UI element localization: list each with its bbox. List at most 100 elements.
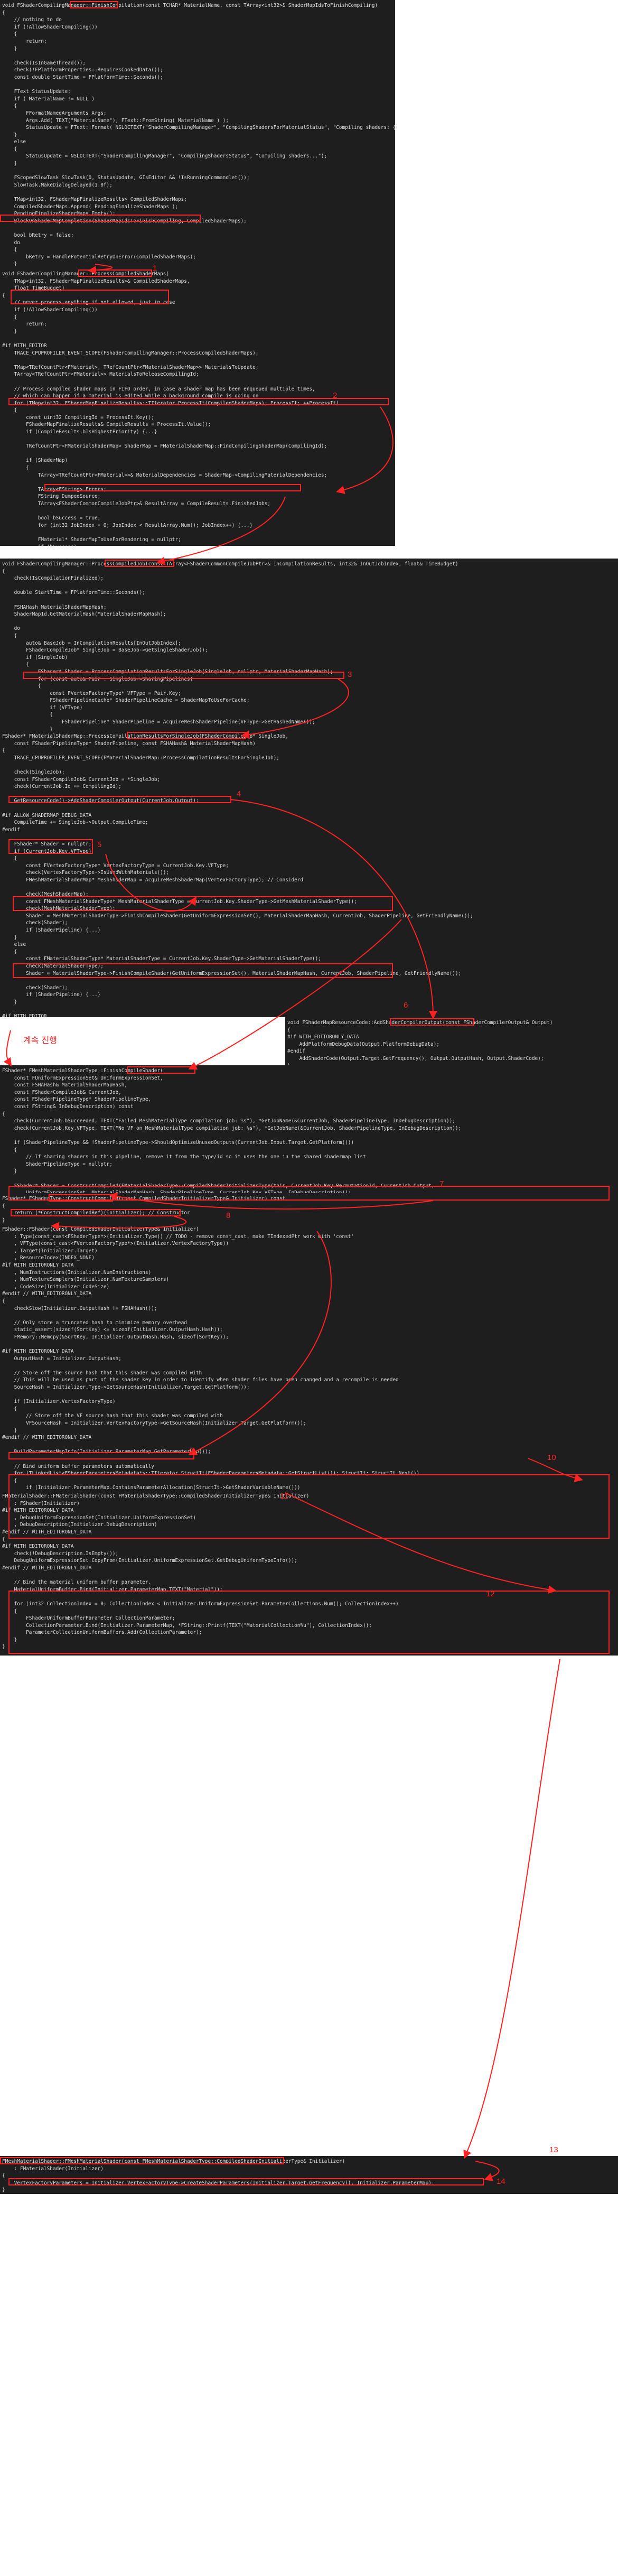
code-line: Shader = MeshMaterialShaderType->FinishC… — [2, 913, 473, 919]
code-line: TArray<TRefCountPtr<FMaterial>> Material… — [2, 371, 199, 378]
marker-13: 13 — [549, 2145, 558, 2154]
code-line: { — [2, 568, 5, 574]
code-line: return; — [2, 321, 47, 328]
code-line: for (const auto& Pair : SingleJob->Shari… — [2, 676, 193, 682]
code-line: TMap<int32, FShaderMapFinalizeResults>& … — [2, 278, 190, 284]
code-line: ShaderPipelineType = nullptr; — [2, 1161, 113, 1167]
code-line: const FShaderPipelineType* ShaderPipelin… — [2, 740, 256, 747]
code-line: TRACE_CPUPROFILER_EVENT_SCOPE(FMaterialS… — [2, 755, 279, 761]
code-line: check(Shader); — [2, 984, 68, 991]
code-line: SlowTask.MakeDialogDelayed(1.0f); — [2, 182, 113, 188]
code-line: FText StatusUpdate; — [2, 89, 71, 95]
code-line: void FShaderCompilingManager::ProcessCom… — [2, 271, 170, 277]
code-line: FMaterialShader::FMaterialShader(const F… — [2, 1493, 310, 1499]
code-line: { — [2, 292, 5, 299]
code-line: if (ShaderPipeline) {...} — [2, 992, 101, 998]
code-line: TArray<TRefCountPtr<FMaterial>>& Materia… — [2, 472, 327, 478]
code-line: check(CurrentJob.bSucceeded, TEXT("Faile… — [2, 1118, 455, 1124]
code-line: StatusUpdate = FText::Format( NSLOCTEXT(… — [26, 125, 395, 131]
code-line: const FShaderCompileJob& CurrentJob = *S… — [2, 776, 161, 783]
code-line: const FUniformExpressionSet& UniformExpr… — [2, 1075, 163, 1081]
code-line: // Store off the VF source hash that thi… — [2, 1413, 223, 1419]
code-line: checkSlow(Initializer.OutputHash != FSHA… — [2, 1305, 157, 1312]
code-line: const uint32 CompilingId = ProcessIt.Key… — [2, 414, 154, 421]
code-line: } — [2, 1636, 17, 1643]
code-line: #if WITH_EDITORONLY_DATA — [2, 1262, 74, 1268]
code-line: #if WITH_EDITORONLY_DATA — [2, 1508, 74, 1514]
code-line: , NumInstructions(Initializer.NumInstruc… — [2, 1269, 152, 1276]
code-line: { — [2, 1147, 17, 1153]
code-line: FShader* FMeshMaterialShaderType::Finish… — [2, 1068, 163, 1074]
code-line: check(!FPlatformProperties::RequiresCook… — [2, 67, 163, 73]
code-pane-process-compiled-shader-maps: void FShaderCompilingManager::ProcessCom… — [0, 268, 395, 546]
code-line: AddPlatformDebugData(Output.PlatformDebu… — [287, 1041, 439, 1047]
code-line: { — [2, 314, 17, 320]
marker-6: 6 — [404, 1001, 408, 1010]
code-line: #if WITH_EDITOR — [2, 1013, 47, 1017]
code-line: ShaderMap1d.GetMaterialHash(MaterialShad… — [2, 611, 166, 618]
code-line: ParameterCollectionUniformBuffers.Add(Co… — [2, 1630, 202, 1636]
code-line: } — [2, 934, 17, 941]
code-line: TMap<TRefCountPtr<FMaterial>, TRefCountP… — [2, 364, 259, 370]
code-pane-fmeshmaterialshader-ctor: FMeshMaterialShader::FMeshMaterialShader… — [0, 2156, 618, 2194]
code-line: FMeshMaterialShader::FMeshMaterialShader… — [2, 2159, 345, 2164]
code-pane-fshader-ctor: FShader::FShader(const CompiledShaderIni… — [0, 1224, 618, 1491]
code-line: if ( MaterialName != NULL ) — [2, 96, 95, 102]
code-line: VFSourceHash = Initializer.VertexFactory… — [2, 1420, 306, 1427]
code-line: , NumTextureSamplers(Initializer.NumText… — [2, 1277, 170, 1283]
code-line: bRetry = HandlePotentialRetryOnError(Com… — [2, 254, 196, 260]
code-line: , DebugUniformExpressionSet(Initializer.… — [2, 1514, 196, 1521]
code-line: } — [2, 132, 17, 138]
code-line: // This will be used as part of the shad… — [2, 1377, 399, 1383]
code-line: } — [2, 1427, 17, 1434]
code-line: { — [2, 1536, 5, 1542]
code-line: { — [2, 1111, 5, 1117]
marker-12: 12 — [486, 1589, 495, 1598]
code-line: { — [2, 103, 17, 109]
code-line: const FSHAHash& MaterialShaderMapHash, — [2, 1082, 128, 1089]
code-line: check(!DebugDescription.IsEmpty()); — [2, 1550, 119, 1557]
marker-4: 4 — [237, 789, 241, 798]
code-line: FScopedSlowTask SlowTask(0, StatusUpdate… — [2, 175, 250, 181]
code-line: } — [2, 1217, 5, 1223]
code-line: const FMeshMaterialShaderType* MeshMater… — [2, 898, 357, 905]
code-line: if (ShaderMap) — [2, 458, 68, 464]
code-line: : FMaterialShader(Initializer) — [2, 2165, 104, 2172]
marker-3: 3 — [348, 670, 352, 679]
code-line: { — [2, 247, 17, 253]
code-line: , VFType(const_cast<FVertexFactoryType*>… — [2, 1241, 229, 1247]
code-line: static_assert(sizeof(SortKey) <= sizeof(… — [2, 1327, 223, 1333]
code-line: if (CompileResults.bIsHighestPriority) {… — [2, 429, 157, 435]
code-line: , DebugDescription(Initializer.DebugDesc… — [2, 1522, 157, 1528]
code-line: MaterialUniformBuffer.Bind(Initializer.P… — [2, 1586, 223, 1593]
code-pane-fmaterialshader-ctor: FMaterialShader::FMaterialShader(const F… — [0, 1491, 618, 1656]
code-line: #endif // WITH_EDITORONLY_DATA — [2, 1291, 92, 1297]
code-line: { — [2, 748, 5, 754]
code-line: FShader* Shader = nullptr; — [2, 841, 92, 847]
marker-14: 14 — [497, 2177, 505, 2186]
code-line: #endif — [287, 1048, 305, 1055]
code-line: } — [2, 161, 17, 167]
code-line: { — [2, 1298, 5, 1304]
code-line: auto& BaseJob = InCompilationResults[InO… — [2, 640, 181, 646]
code-line: TArray<FString> Errors; — [2, 486, 107, 492]
code-line: { — [2, 948, 17, 955]
code-pane-add-shader-compiler-output: void FShaderMapResourceCode::AddShaderCo… — [285, 1017, 618, 1070]
code-line: PendingFinalizeShaderMaps.Empty(); — [2, 211, 116, 217]
code-line: // If sharing shaders in this pipeline, … — [2, 1154, 366, 1160]
code-line: check(MeshMaterialShaderType); — [2, 906, 116, 912]
code-line: { — [2, 662, 29, 668]
